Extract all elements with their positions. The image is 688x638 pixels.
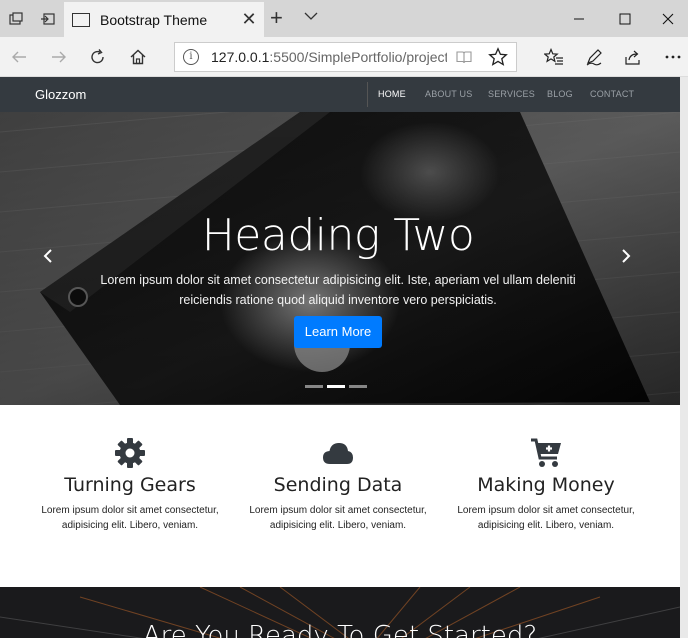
carousel-indicator-active[interactable] (327, 385, 345, 388)
cta-heading: Are You Ready To Get Started? (142, 621, 538, 638)
site-info-icon[interactable]: i (183, 49, 199, 65)
more-options-icon[interactable] (654, 37, 688, 77)
page-scrollbar[interactable] (680, 77, 688, 638)
feature-title: Making Money (477, 474, 615, 496)
share-icon[interactable] (614, 37, 652, 77)
pen-notes-icon[interactable] (575, 37, 613, 77)
url-text: 127.0.0.1:5500/SimplePortfolio/projects/… (211, 49, 447, 65)
carousel-next-icon[interactable] (614, 244, 638, 268)
gear-icon (115, 438, 145, 468)
chevron-down-icon[interactable] (304, 9, 318, 28)
favorites-list-icon[interactable] (535, 37, 573, 77)
learn-more-button[interactable]: Learn More (294, 316, 382, 348)
tab-actions-icon[interactable] (0, 0, 32, 37)
nav-link-home[interactable]: HOME (378, 89, 406, 99)
new-tab-icon[interactable]: + (270, 7, 283, 29)
carousel-prev-icon[interactable] (36, 244, 60, 268)
page-icon (72, 12, 90, 27)
nav-link-contact[interactable]: CONTACT (590, 89, 634, 99)
back-arrow-icon[interactable] (0, 37, 38, 77)
address-bar-input[interactable]: i 127.0.0.1:5500/SimplePortfolio/project… (174, 42, 517, 72)
web-page: Glozzom HOME ABOUT US SERVICES BLOG CONT… (0, 77, 680, 638)
tab-title: Bootstrap Theme (100, 11, 208, 28)
reading-view-icon[interactable] (456, 49, 472, 70)
carousel-indicator[interactable] (349, 385, 367, 388)
nav-link-about[interactable]: ABOUT US (425, 89, 472, 99)
feature-text: Lorem ipsum dolor sit amet consectetur, … (457, 505, 635, 531)
hero-carousel: Heading Two Lorem ipsum dolor sit amet c… (0, 112, 680, 405)
forward-arrow-icon[interactable] (40, 37, 78, 77)
cloud-icon (323, 443, 353, 464)
brand-logo[interactable]: Glozzom (35, 87, 86, 102)
favorite-star-icon[interactable] (488, 47, 508, 72)
site-navbar: Glozzom HOME ABOUT US SERVICES BLOG CONT… (0, 77, 680, 112)
cta-section: Are You Ready To Get Started? (0, 587, 680, 638)
nav-divider (367, 82, 368, 107)
feature-text: Lorem ipsum dolor sit amet consectetur, … (41, 505, 219, 531)
refresh-icon[interactable] (79, 37, 117, 77)
carousel-indicators (305, 385, 367, 388)
close-window-icon[interactable] (643, 0, 688, 37)
feature-text: Lorem ipsum dolor sit amet consectetur, … (249, 505, 427, 531)
home-icon[interactable] (119, 37, 157, 77)
set-aside-tabs-icon[interactable] (32, 0, 64, 37)
browser-tab-active[interactable]: Bootstrap Theme ✕ (64, 2, 264, 37)
hero-heading: Heading Two (201, 210, 475, 261)
browser-toolbar: i 127.0.0.1:5500/SimplePortfolio/project… (0, 37, 688, 77)
close-tab-icon[interactable]: ✕ (234, 9, 264, 30)
cart-plus-icon (531, 438, 561, 467)
browser-titlebar: Bootstrap Theme ✕ + (0, 0, 688, 37)
feature-title: Sending Data (273, 474, 403, 496)
feature-title: Turning Gears (64, 474, 196, 496)
features-section: Turning Gears Lorem ipsum dolor sit amet… (0, 405, 680, 587)
hero-text: Lorem ipsum dolor sit amet consectetur a… (100, 273, 576, 307)
minimize-icon[interactable] (554, 0, 604, 37)
nav-link-blog[interactable]: BLOG (547, 89, 573, 99)
nav-link-services[interactable]: SERVICES (488, 89, 535, 99)
carousel-indicator[interactable] (305, 385, 323, 388)
